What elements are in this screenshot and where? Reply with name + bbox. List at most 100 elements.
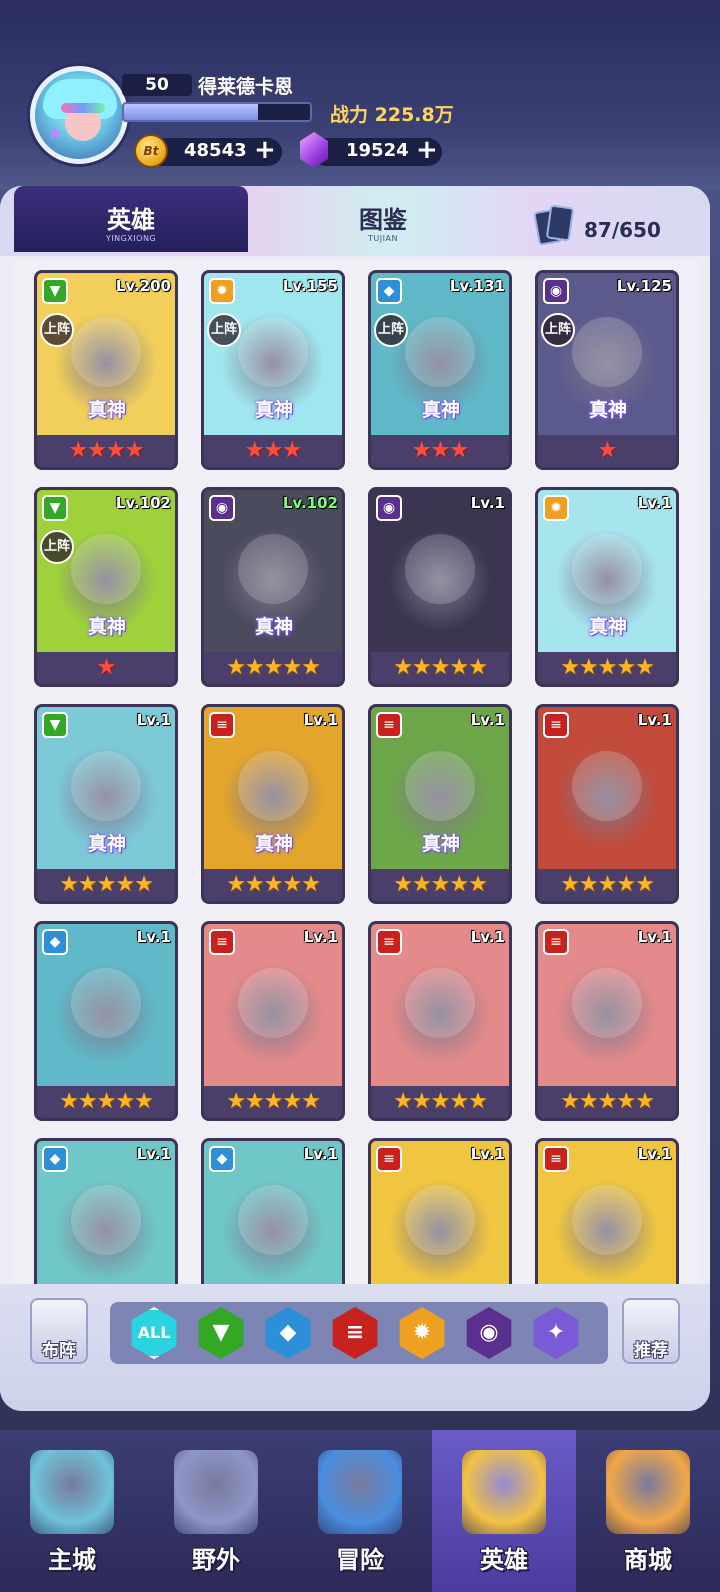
nav-item-2[interactable]: 野外 bbox=[144, 1430, 288, 1592]
nature-element-icon: ▼ bbox=[42, 278, 68, 304]
hero-card[interactable]: ◉ Lv.1 ★★★★★ bbox=[368, 487, 512, 687]
nav-item-5[interactable]: 商城 bbox=[576, 1430, 720, 1592]
nav-item-3[interactable]: 冒险 bbox=[288, 1430, 432, 1592]
hero-card[interactable]: ▼ Lv.200 上阵真神 ★★★★ bbox=[34, 270, 178, 470]
hero-level: Lv.1 bbox=[470, 494, 505, 512]
hero-card[interactable]: ◉ Lv.125 上阵 真神 ★ bbox=[535, 270, 679, 470]
hero-stars: ★★★★★ bbox=[37, 869, 175, 901]
hero-card[interactable]: ✹ Lv.155 上阵 真神 ★★★ bbox=[201, 270, 345, 470]
tab-heroes-label[interactable]: 英雄 bbox=[14, 200, 248, 235]
hero-card[interactable]: ≡ Lv.1 bbox=[368, 1138, 512, 1284]
add-gem-button[interactable]: + bbox=[416, 136, 438, 164]
hero-level: Lv.1 bbox=[136, 928, 171, 946]
nav-label: 商城 bbox=[624, 1546, 672, 1574]
hero-figure bbox=[405, 968, 475, 1038]
player-name: 得莱德卡恩 bbox=[198, 76, 294, 98]
hero-card[interactable]: ≡ Lv.1 真神 ★★★★★ bbox=[368, 704, 512, 904]
hero-card[interactable]: ◆ Lv.131 上阵 真神 ★★★ bbox=[368, 270, 512, 470]
hero-level: Lv.1 bbox=[470, 1145, 505, 1163]
field-icon bbox=[174, 1450, 258, 1534]
power-value: 225.8万 bbox=[374, 104, 454, 126]
deployed-badge: 上阵 bbox=[40, 313, 74, 347]
hero-card[interactable]: ≡ Lv.1 ★★★★★ bbox=[535, 921, 679, 1121]
hero-grid: ▼ Lv.200 上阵 真神 ★★★★ ✹ Lv.155 上阵 真神 ★★★ ◆ Lv.131 上阵 真神… bbox=[12, 260, 698, 1284]
hero-level: Lv.1 bbox=[136, 1145, 171, 1163]
hero-stars: ★★★★★ bbox=[371, 652, 509, 684]
hero-figure bbox=[572, 534, 642, 604]
hero-figure bbox=[71, 968, 141, 1038]
hero-tier-badge: 真神 bbox=[87, 399, 126, 421]
deployed-badge: 上阵 bbox=[541, 313, 575, 347]
tab-codex[interactable]: 图鉴 bbox=[266, 200, 500, 235]
hero-stars: ★★★★★ bbox=[538, 869, 676, 901]
nav-item-4[interactable]: 英雄 bbox=[432, 1430, 576, 1592]
hero-figure bbox=[405, 534, 475, 604]
adventure-icon bbox=[318, 1450, 402, 1534]
hero-card[interactable]: ≡ Lv.1 ★★★★★ bbox=[368, 921, 512, 1121]
nav-item-1[interactable]: 主城 bbox=[0, 1430, 144, 1592]
hero-stars: ★★★ bbox=[204, 435, 342, 467]
hero-stars: ★★★★★ bbox=[37, 1086, 175, 1118]
hero-card[interactable]: ▼ Lv.1 真神 ★★★★★ bbox=[34, 704, 178, 904]
hero-stars: ★★★★★ bbox=[538, 652, 676, 684]
add-gold-button[interactable]: + bbox=[254, 136, 276, 164]
hero-card[interactable]: ◉ Lv.102 真神 ★★★★★ bbox=[201, 487, 345, 687]
hero-level: Lv.125 bbox=[616, 277, 672, 295]
hero-card[interactable]: ≡ Lv.1 真神 ★★★★★ bbox=[201, 704, 345, 904]
hero-figure bbox=[405, 1185, 475, 1255]
formation-label[interactable]: 布阵 bbox=[30, 1336, 88, 1361]
hero-figure bbox=[238, 534, 308, 604]
hero-figure bbox=[71, 751, 141, 821]
hero-stars: ★★★★★ bbox=[204, 869, 342, 901]
hero-tier-badge: 真神 bbox=[87, 833, 126, 855]
avatar-glasses bbox=[61, 103, 105, 113]
filter-bar: 布阵 ALL ▼ ◆ ≡ ✹ ◉ ✦ 推荐 bbox=[0, 1284, 710, 1411]
exp-bar-fill bbox=[124, 104, 258, 120]
hero-figure bbox=[572, 1185, 642, 1255]
hero-card[interactable]: ≡ Lv.1 bbox=[535, 1138, 679, 1284]
hero-level: Lv.1 bbox=[637, 928, 672, 946]
hero-card[interactable]: ✹ Lv.1 真神 ★★★★★ bbox=[535, 487, 679, 687]
hero-card[interactable]: ≡ Lv.1 ★★★★★ bbox=[201, 921, 345, 1121]
deployed-badge: 上阵 bbox=[207, 313, 241, 347]
tab-bar: 英雄 YINGXIONG 图鉴 TUJIAN 87/650 bbox=[0, 186, 710, 256]
hero-figure bbox=[238, 317, 308, 387]
hero-tier-badge: 真神 bbox=[254, 616, 293, 638]
hero-stars: ★★★ bbox=[371, 435, 509, 467]
nav-label: 冒险 bbox=[336, 1546, 384, 1574]
hero-stars: ★★★★★ bbox=[371, 869, 509, 901]
hero-level: Lv.1 bbox=[637, 1145, 672, 1163]
hero-figure bbox=[405, 317, 475, 387]
hero-tier-badge: 真神 bbox=[421, 833, 460, 855]
hero-card[interactable]: ◆ Lv.1 bbox=[201, 1138, 345, 1284]
hero-card[interactable]: ◆ Lv.1 bbox=[34, 1138, 178, 1284]
player-avatar[interactable]: ★ bbox=[30, 66, 128, 164]
star-icon: ★ bbox=[47, 123, 64, 144]
hero-figure bbox=[71, 317, 141, 387]
water-element-icon: ◆ bbox=[42, 929, 68, 955]
fire-element-icon: ≡ bbox=[209, 712, 235, 738]
hero-stars: ★★★★ bbox=[37, 435, 175, 467]
hero-card[interactable]: ▼ Lv.102 上阵 真神 ★ bbox=[34, 487, 178, 687]
deployed-badge: 上阵 bbox=[40, 530, 74, 564]
water-element-icon: ◆ bbox=[209, 1146, 235, 1172]
recommend-label[interactable]: 推荐 bbox=[622, 1336, 680, 1361]
power-label: 战力 bbox=[330, 104, 369, 126]
hero-level: Lv.200 bbox=[115, 277, 171, 295]
hero-figure bbox=[238, 968, 308, 1038]
fire-element-icon: ≡ bbox=[209, 929, 235, 955]
hero-tier-badge: 真神 bbox=[87, 616, 126, 638]
hero-level: Lv.1 bbox=[637, 711, 672, 729]
tab-codex-sub: TUJIAN bbox=[368, 234, 398, 243]
fire-element-icon: ≡ bbox=[543, 1146, 569, 1172]
hero-card[interactable]: ≡ Lv.1 ★★★★★ bbox=[535, 704, 679, 904]
hero-card[interactable]: ◆ Lv.1 ★★★★★ bbox=[34, 921, 178, 1121]
nav-label: 野外 bbox=[192, 1546, 240, 1574]
hero-panel: 英雄 YINGXIONG 图鉴 TUJIAN 87/650 ▼ Lv.200 上阵真… bbox=[0, 186, 710, 1411]
hero-level: Lv.102 bbox=[282, 494, 338, 512]
hero-figure bbox=[572, 317, 642, 387]
nature-element-icon: ▼ bbox=[42, 712, 68, 738]
hero-figure bbox=[238, 751, 308, 821]
player-level: 50 bbox=[122, 74, 192, 96]
fire-element-icon: ≡ bbox=[543, 712, 569, 738]
